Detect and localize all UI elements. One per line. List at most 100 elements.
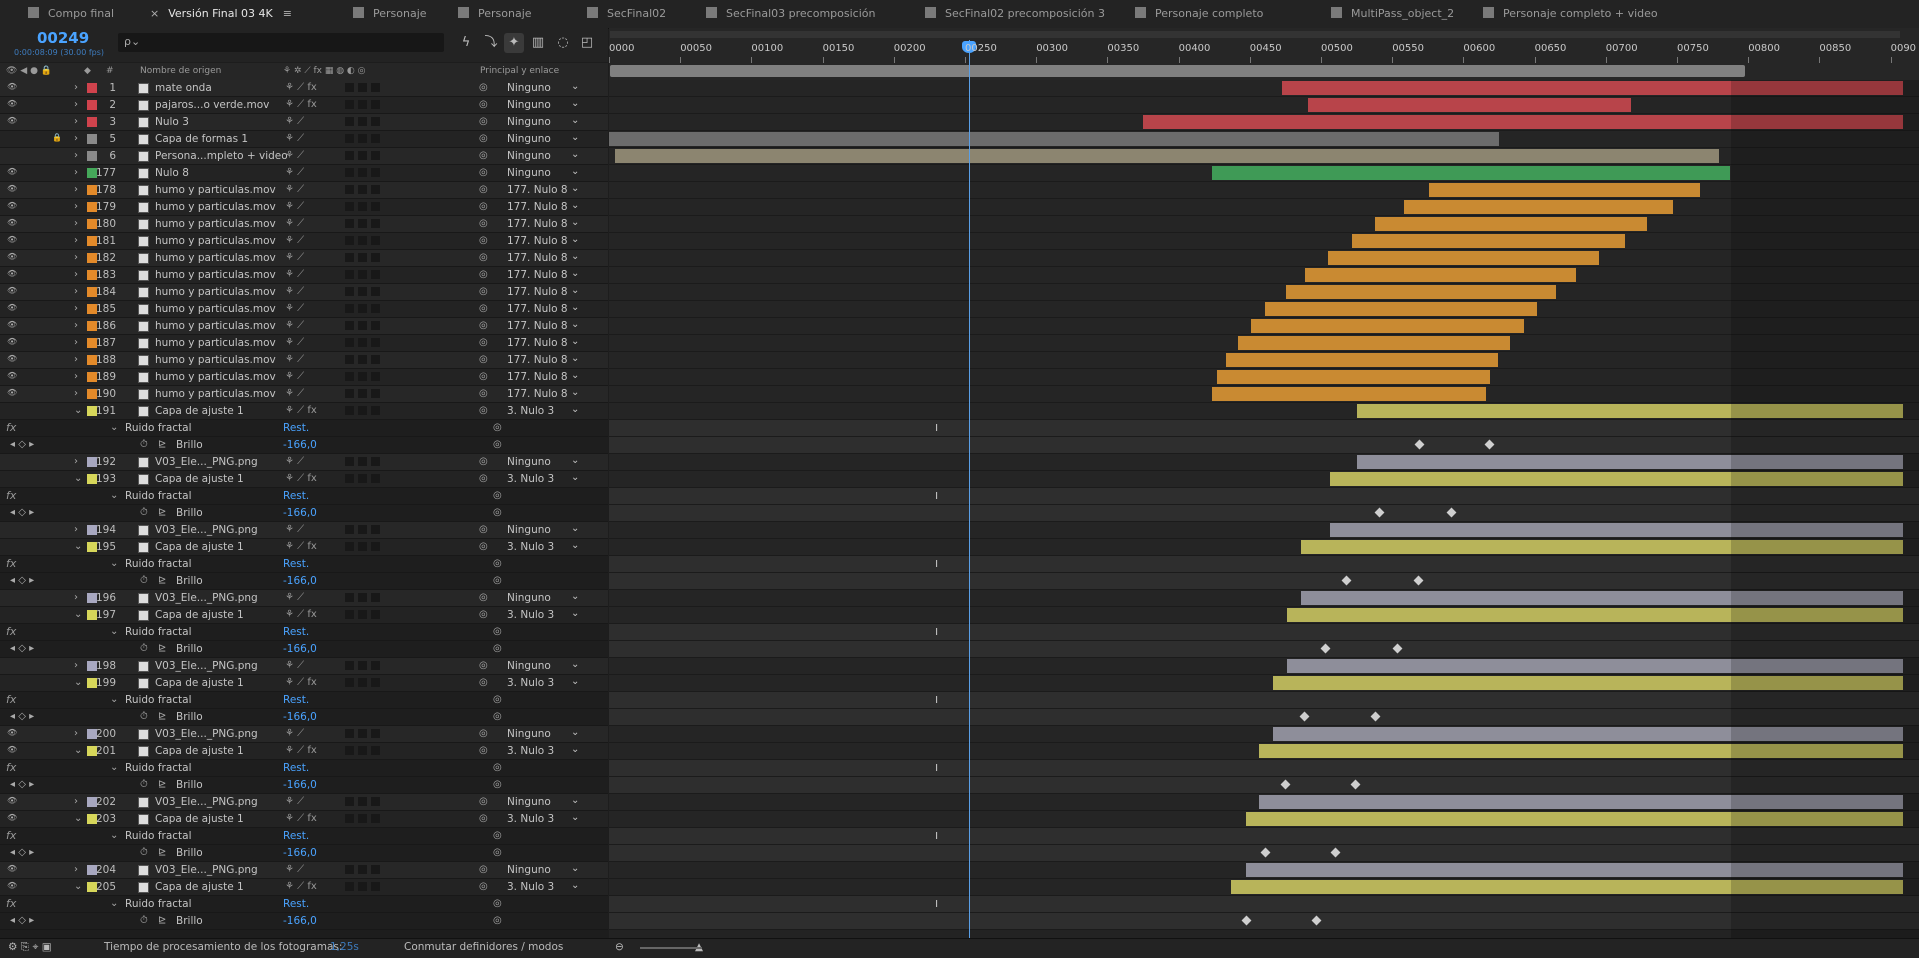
layer-row[interactable]: 👁 › 181 humo y particulas.mov ⚘ ⟋ ◎ 177. Nulo …: [0, 233, 608, 250]
layer-name[interactable]: Capa de ajuste 1: [155, 405, 244, 417]
switch-box[interactable]: [358, 304, 367, 313]
layer-name[interactable]: humo y particulas.mov: [155, 320, 276, 332]
layer-name[interactable]: Capa de ajuste 1: [155, 473, 244, 485]
layer-name[interactable]: V03_Ele..._PNG.png: [155, 796, 258, 808]
layer-row[interactable]: ⌄ 199 Capa de ajuste 1 ⚘ ⟋ fx ◎ 3. Nulo 3 ⌄: [0, 675, 608, 692]
pickwhip-icon[interactable]: ◎: [493, 915, 502, 926]
visibility-eye-icon[interactable]: 👁: [7, 813, 17, 822]
parent-picker[interactable]: ◎ Ninguno ⌄: [475, 727, 583, 742]
switch-box[interactable]: [345, 151, 354, 160]
pickwhip-icon[interactable]: ◎: [479, 864, 488, 875]
layer-duration-bar[interactable]: [1429, 183, 1700, 197]
pickwhip-icon[interactable]: ◎: [479, 184, 488, 195]
switch-box[interactable]: [345, 542, 354, 551]
layer-name[interactable]: V03_Ele..._PNG.png: [155, 660, 258, 672]
pickwhip-icon[interactable]: ◎: [479, 592, 488, 603]
layer-switches-icon[interactable]: ⚘ ⟋: [285, 252, 304, 263]
switch-box[interactable]: [358, 219, 367, 228]
layer-switches-icon[interactable]: ⚘ ⟋ fx: [285, 99, 317, 110]
switch-box[interactable]: [345, 457, 354, 466]
layer-switches-icon[interactable]: ⚘ ⟋ fx: [285, 813, 317, 824]
switch-box[interactable]: [371, 882, 380, 891]
pickwhip-icon[interactable]: ◎: [479, 677, 488, 688]
pickwhip-icon[interactable]: ◎: [479, 609, 488, 620]
switch-boxes[interactable]: [345, 746, 384, 758]
switch-box[interactable]: [371, 542, 380, 551]
switch-box[interactable]: [371, 355, 380, 364]
layer-switches-icon[interactable]: ⚘ ⟋: [285, 201, 304, 212]
layer-row[interactable]: 👁 ⌄ 203 Capa de ajuste 1 ⚘ ⟋ fx ◎ 3. Nulo 3 ⌄: [0, 811, 608, 828]
effect-row[interactable]: fx ⌄ Ruido fractal Rest. ◎: [0, 692, 608, 709]
switch-box[interactable]: [371, 593, 380, 602]
switch-box[interactable]: [345, 304, 354, 313]
reset-link[interactable]: Rest.: [283, 762, 309, 774]
keyframe[interactable]: [1393, 643, 1403, 654]
visibility-eye-icon[interactable]: 👁: [7, 881, 17, 890]
chevron-down-icon[interactable]: ⌄: [571, 540, 579, 551]
motion-blur-toggle-icon[interactable]: ✦: [504, 33, 524, 53]
chevron-down-icon[interactable]: ⌄: [571, 727, 579, 738]
chevron-down-icon[interactable]: ⌄: [571, 132, 579, 143]
pickwhip-icon[interactable]: ◎: [479, 269, 488, 280]
zoom-slider[interactable]: [640, 947, 702, 949]
switch-box[interactable]: [371, 168, 380, 177]
reset-link[interactable]: Rest.: [283, 490, 309, 502]
switch-boxes[interactable]: [345, 202, 384, 214]
switch-box[interactable]: [371, 729, 380, 738]
pickwhip-icon[interactable]: ◎: [479, 235, 488, 246]
switch-boxes[interactable]: [345, 151, 384, 163]
expand-twirl-icon[interactable]: ›: [74, 728, 78, 739]
switch-box[interactable]: [358, 525, 367, 534]
parent-picker[interactable]: ◎ Ninguno ⌄: [475, 81, 583, 96]
property-value[interactable]: -166,0: [283, 779, 317, 791]
pickwhip-icon[interactable]: ◎: [479, 745, 488, 756]
switch-box[interactable]: [345, 610, 354, 619]
keyframe[interactable]: [1311, 915, 1322, 926]
chevron-down-icon[interactable]: ⌄: [571, 183, 579, 194]
layer-name[interactable]: humo y particulas.mov: [155, 235, 276, 247]
pickwhip-icon[interactable]: ◎: [479, 201, 488, 212]
visibility-eye-icon[interactable]: 👁: [7, 371, 17, 380]
parent-picker[interactable]: ◎ Ninguno ⌄: [475, 149, 583, 164]
expand-twirl-icon[interactable]: ⌄: [110, 694, 118, 705]
expand-twirl-icon[interactable]: ›: [74, 371, 78, 382]
visibility-eye-icon[interactable]: 👁: [7, 728, 17, 737]
switch-box[interactable]: [371, 389, 380, 398]
switch-boxes[interactable]: [345, 168, 384, 180]
keyframe[interactable]: [1415, 439, 1425, 450]
expand-twirl-icon[interactable]: ›: [74, 592, 78, 603]
parent-picker[interactable]: ◎ Ninguno ⌄: [475, 98, 583, 113]
layer-row[interactable]: › 6 Persona...mpleto + video ⚘ ⟋ ◎ Ninguno ⌄: [0, 148, 608, 165]
switch-box[interactable]: [358, 253, 367, 262]
switch-box[interactable]: [345, 525, 354, 534]
layer-switches-icon[interactable]: ⚘ ⟋: [285, 133, 304, 144]
visibility-eye-icon[interactable]: 👁: [7, 235, 17, 244]
effect-row[interactable]: fx ⌄ Ruido fractal Rest. ◎: [0, 828, 608, 845]
layer-name[interactable]: Capa de ajuste 1: [155, 677, 244, 689]
expand-twirl-icon[interactable]: ⌄: [110, 422, 118, 433]
layer-name[interactable]: humo y particulas.mov: [155, 201, 276, 213]
keyframe[interactable]: [1341, 575, 1352, 586]
chevron-down-icon[interactable]: ⌄: [571, 812, 579, 823]
switch-boxes[interactable]: [345, 389, 384, 401]
pickwhip-icon[interactable]: ◎: [493, 507, 502, 518]
pickwhip-icon[interactable]: ◎: [493, 643, 502, 654]
expand-twirl-icon[interactable]: ›: [74, 218, 78, 229]
tab-9[interactable]: Personaje completo + video: [1483, 0, 1658, 28]
pickwhip-icon[interactable]: ◎: [479, 473, 488, 484]
layer-switches-icon[interactable]: ⚘ ⟋: [285, 796, 304, 807]
switch-box[interactable]: [345, 287, 354, 296]
switch-boxes[interactable]: [345, 457, 384, 469]
keyframe[interactable]: [1320, 643, 1331, 654]
layer-row[interactable]: 👁 › 179 humo y particulas.mov ⚘ ⟋ ◎ 177. Nulo …: [0, 199, 608, 216]
switch-box[interactable]: [358, 151, 367, 160]
chevron-down-icon[interactable]: ⌄: [571, 370, 579, 381]
property-row[interactable]: ◂ ◇ ▸ ⏱ ⊵ Brillo -166,0 ◎: [0, 845, 608, 862]
visibility-eye-icon[interactable]: 👁: [7, 354, 17, 363]
layer-row[interactable]: › 198 V03_Ele..._PNG.png ⚘ ⟋ ◎ Ninguno ⌄: [0, 658, 608, 675]
switch-box[interactable]: [358, 406, 367, 415]
expand-twirl-icon[interactable]: ⌄: [110, 626, 118, 637]
pickwhip-icon[interactable]: ◎: [493, 762, 502, 773]
layer-switches-icon[interactable]: ⚘ ⟋: [285, 218, 304, 229]
keyframe[interactable]: [1484, 439, 1495, 450]
